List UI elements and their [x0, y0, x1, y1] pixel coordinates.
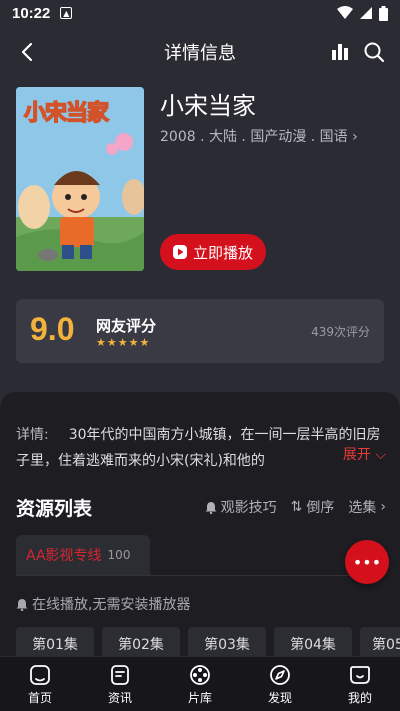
bottom-navigation: 首页 资讯 片库 发现 我的 [0, 656, 400, 711]
resource-tools: 观影技巧 ⇅ 倒序 选集 › [205, 497, 386, 517]
expand-synopsis-button[interactable]: 展开 ⌵ [338, 444, 386, 464]
bell-icon [16, 598, 28, 611]
source-name: AA影视专线 [26, 548, 102, 564]
episode-label: 第02集 [118, 637, 164, 653]
reverse-order-button[interactable]: ⇅ 倒序 [291, 497, 335, 517]
video-meta-text: 2008 . 大陆 . 国产动漫 . 国语 [160, 129, 348, 145]
rating-card: 9.0 网友评分 ★★★★★ 439次评分 [16, 299, 384, 363]
nav-profile-label: 我的 [347, 690, 372, 705]
ranking-button[interactable] [328, 40, 352, 64]
chevron-right-icon: › [352, 129, 358, 145]
bell-icon [205, 501, 217, 514]
compass-icon [270, 664, 290, 685]
select-episode-button[interactable]: 选集 › [348, 497, 386, 517]
viewing-tips-button[interactable]: 观影技巧 [205, 497, 277, 517]
resource-list-title: 资源列表 [16, 498, 93, 520]
expand-label: 展开 [342, 447, 371, 463]
status-time: 10:22 [12, 4, 51, 22]
news-icon [111, 664, 129, 685]
rating-score: 9.0 [30, 311, 75, 347]
video-title: 小宋当家 [160, 92, 256, 120]
video-poster[interactable]: 小宋当家 [16, 87, 144, 271]
rating-stars: ★★★★★ [96, 336, 151, 349]
top-app-bar: 详情信息 [0, 30, 400, 74]
page-title: 详情信息 [164, 43, 236, 64]
episode-label: 第04集 [290, 637, 336, 653]
play-now-button[interactable]: 立即播放 [160, 234, 266, 270]
nav-news-label: 资讯 [107, 690, 132, 705]
play-now-label: 立即播放 [192, 243, 253, 262]
play-icon [172, 245, 187, 259]
online-play-tip: 在线播放,无需安装播放器 [16, 594, 190, 614]
sort-icon: ⇅ [290, 499, 303, 515]
search-icon [364, 42, 385, 63]
back-arrow-icon [21, 42, 33, 62]
home-icon [30, 664, 50, 685]
source-tab-aa[interactable]: AA影视专线 100 [16, 535, 150, 575]
status-bar: 10:22 ▲ [0, 0, 400, 26]
nav-profile[interactable]: 我的 [320, 657, 400, 711]
notification-icon: ▲ [60, 7, 73, 19]
film-reel-icon [190, 664, 210, 685]
nav-discover-label: 发现 [267, 690, 292, 705]
search-button[interactable] [362, 40, 386, 64]
more-dots-icon: ••• [352, 552, 382, 572]
more-options-button[interactable]: ••• [345, 540, 389, 584]
battery-icon [379, 5, 388, 21]
poster-logo-text: 小宋当家 [23, 100, 110, 127]
synopsis-text: 30年代的中国南方小城镇，在一间一层半高的旧房子里，住着逃难而来的小宋(宋礼)和… [16, 427, 381, 469]
synopsis-label: 详情: [16, 427, 49, 443]
wifi-icon [337, 6, 353, 19]
bar-chart-icon [332, 44, 348, 60]
profile-face-icon [350, 665, 370, 684]
nav-home[interactable]: 首页 [0, 657, 80, 711]
status-icons [337, 5, 388, 21]
select-episode-label: 选集 [348, 500, 377, 516]
episode-label: 第03集 [204, 637, 250, 653]
source-divider [16, 575, 384, 576]
nav-library-label: 片库 [187, 690, 212, 705]
rating-count: 439次评分 [311, 325, 370, 339]
nav-library[interactable]: 片库 [160, 657, 240, 711]
chevron-down-icon: ⌵ [375, 447, 386, 463]
source-count: 100 [107, 548, 131, 562]
nav-discover[interactable]: 发现 [240, 657, 320, 711]
reverse-order-label: 倒序 [306, 500, 335, 516]
episode-label: 第01集 [32, 637, 78, 653]
synopsis: 详情: 30年代的中国南方小城镇，在一间一层半高的旧房子里，住着逃难而来的小宋(宋… [16, 422, 386, 474]
signal-icon [360, 7, 372, 19]
episode-label: 第05集 [372, 637, 400, 653]
nav-home-label: 首页 [27, 690, 52, 705]
back-button[interactable] [14, 38, 42, 66]
nav-news[interactable]: 资讯 [80, 657, 160, 711]
rating-label: 网友评分 [96, 317, 157, 335]
online-play-tip-text: 在线播放,无需安装播放器 [32, 597, 191, 613]
video-meta[interactable]: 2008 . 大陆 . 国产动漫 . 国语 › [160, 126, 358, 146]
chevron-right-icon: › [380, 499, 386, 515]
viewing-tips-label: 观影技巧 [220, 500, 277, 516]
